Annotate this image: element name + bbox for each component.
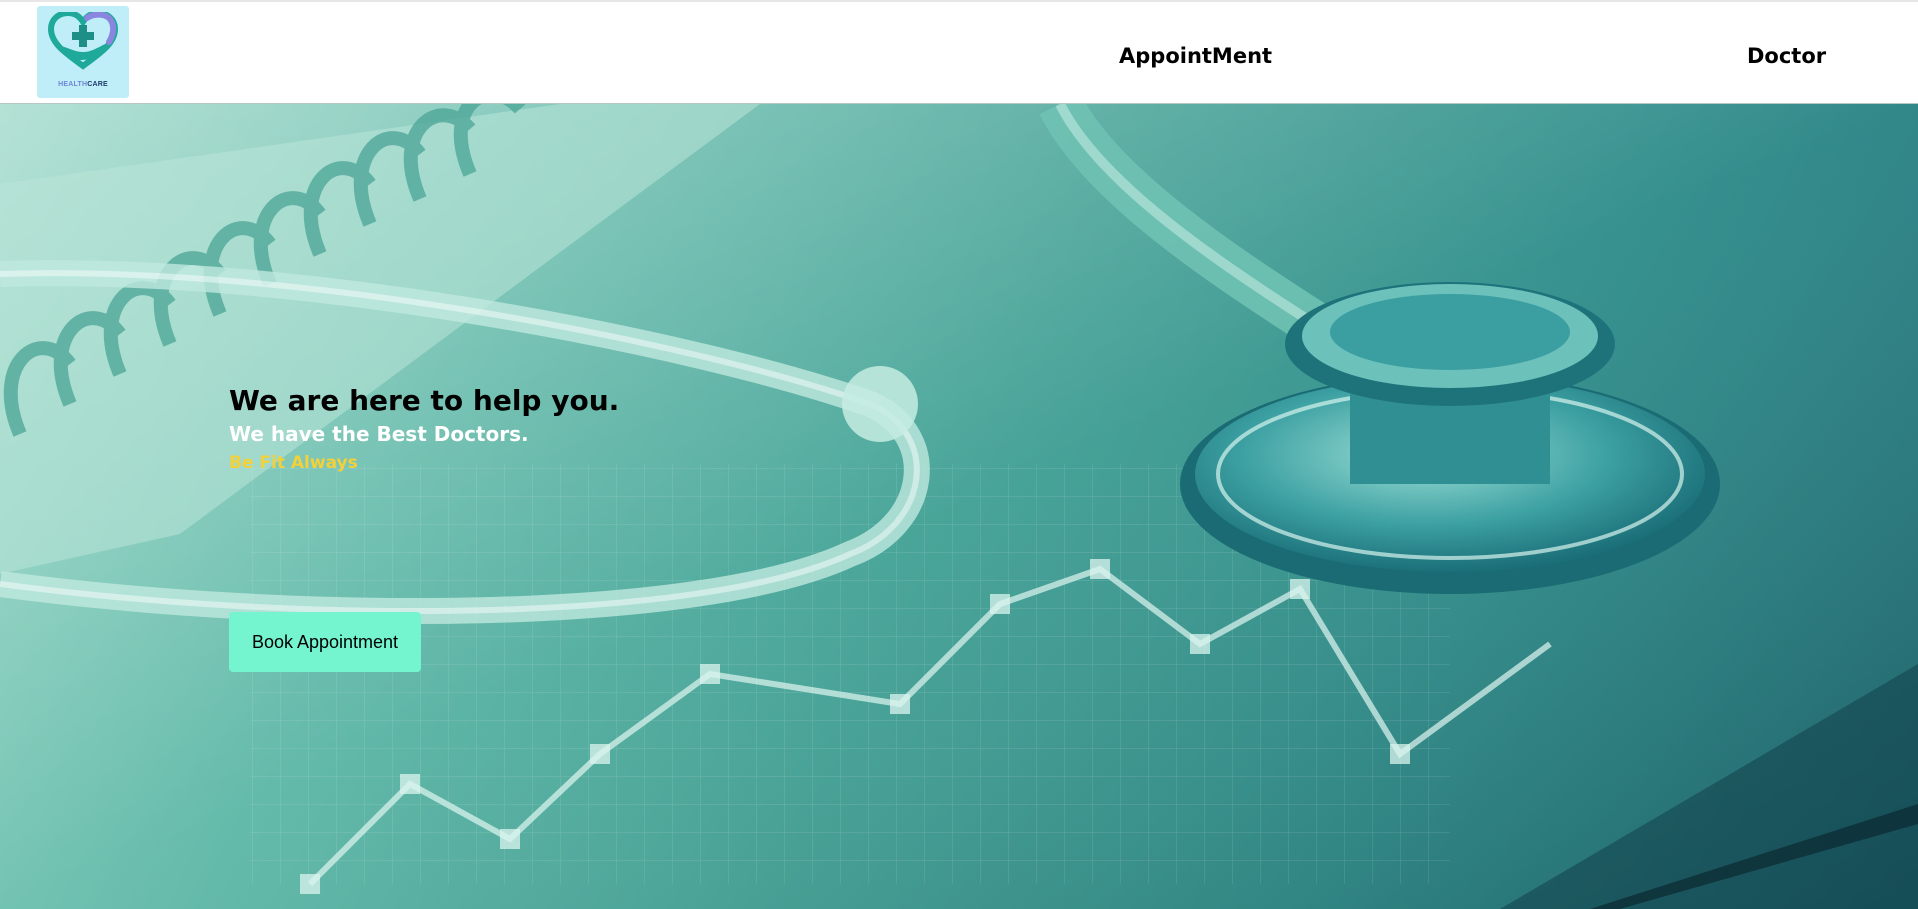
heart-cross-hand-icon: [47, 12, 119, 70]
nav-appointment-link[interactable]: AppointMent: [1119, 44, 1272, 68]
hero-title: We are here to help you.: [229, 384, 620, 417]
hero-background-image: [0, 104, 1918, 909]
logo-text: HEALTHCARE: [37, 81, 129, 88]
nav-doctor-link[interactable]: Doctor: [1747, 44, 1826, 68]
hero-subtitle: We have the Best Doctors.: [229, 422, 529, 446]
hero-tagline: Be Fit Always: [229, 453, 358, 473]
logo-word-care: CARE: [87, 81, 108, 88]
hero-section: We are here to help you. We have the Bes…: [0, 104, 1918, 909]
book-appointment-button[interactable]: Book Appointment: [229, 612, 421, 672]
healthcare-logo[interactable]: HEALTHCARE: [37, 6, 129, 98]
logo-word-health: HEALTH: [58, 81, 88, 88]
navbar: HEALTHCARE AppointMent Doctor: [0, 0, 1918, 104]
